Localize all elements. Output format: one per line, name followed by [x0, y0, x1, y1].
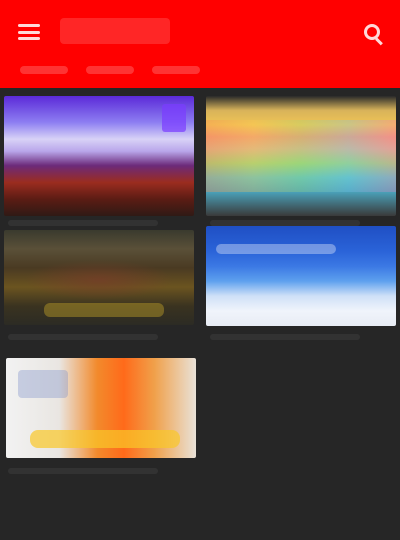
nav-item[interactable] [20, 66, 68, 74]
video-title-placeholder [8, 334, 158, 340]
video-thumbnail[interactable] [206, 96, 396, 216]
video-title-placeholder [8, 220, 158, 226]
video-title-placeholder [210, 220, 360, 226]
nav-item[interactable] [152, 66, 200, 74]
video-title-placeholder [8, 468, 158, 474]
nav-item[interactable] [86, 66, 134, 74]
menu-icon[interactable] [18, 24, 40, 40]
video-thumbnail[interactable] [4, 230, 194, 325]
search-icon[interactable] [364, 24, 380, 40]
video-title-placeholder [210, 334, 360, 340]
video-thumbnail[interactable] [206, 226, 396, 326]
header-nav [20, 66, 200, 74]
app-logo[interactable] [60, 18, 170, 44]
app-header [0, 0, 400, 88]
video-thumbnail[interactable] [4, 96, 194, 216]
video-thumbnail[interactable] [6, 358, 196, 458]
